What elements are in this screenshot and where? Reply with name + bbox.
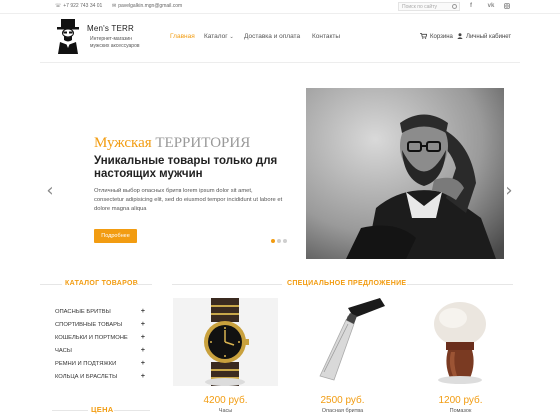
catalog-title-line-right (136, 284, 152, 285)
watch-icon[interactable] (173, 298, 278, 386)
nav-contacts[interactable]: Контакты (312, 33, 340, 40)
email-text: pavelgalkin.mgn@gmail.com (118, 3, 183, 9)
price-title-line-left (52, 410, 88, 411)
chevron-down-icon: ⌄ (229, 34, 234, 40)
nav-delivery[interactable]: Доставка и оплата (244, 33, 300, 40)
account-link[interactable]: Личный кабинет (457, 33, 511, 41)
plus-icon[interactable]: + (141, 360, 145, 367)
nav-catalog[interactable]: Каталог ⌄ (204, 33, 234, 40)
mail-icon: ✉ (112, 3, 117, 9)
product-price: 2500 руб. (320, 395, 365, 406)
search-placeholder: Поиск по сайту (402, 4, 438, 10)
slide-headline: Уникальные товары только для настоящих м… (94, 155, 278, 180)
plus-icon[interactable]: + (141, 373, 145, 380)
search-input[interactable]: Поиск по сайту (398, 2, 460, 11)
product-name[interactable]: Опасная бритва (290, 408, 395, 414)
catalog-item[interactable]: КОЛЬЦА И БРАСЛЕТЫ + (55, 370, 145, 383)
logo-icon[interactable] (55, 18, 81, 54)
special-title-line-left (172, 284, 282, 285)
catalog-item-label: КОЛЬЦА И БРАСЛЕТЫ (55, 373, 118, 380)
catalog-item-label: КОШЕЛЬКИ И ПОРТМОНЕ (55, 334, 128, 341)
catalog-item[interactable]: КОШЕЛЬКИ И ПОРТМОНЕ + (55, 331, 145, 344)
slider-next-arrow-icon[interactable]: › (504, 182, 514, 200)
plus-icon[interactable]: + (141, 347, 145, 354)
slide-text: Отличный выбор опасных бритв lorem ipsum… (94, 188, 283, 212)
product-card[interactable]: 2500 руб. Опасная бритва (290, 298, 395, 420)
logo-tagline-2: мужских аксессуаров (90, 43, 140, 49)
catalog-item-label: РЕМНИ И ПОДТЯЖКИ (55, 360, 117, 367)
plus-icon[interactable]: + (141, 334, 145, 341)
cart-label: Корзина (430, 34, 453, 40)
product-price: 1200 руб. (438, 395, 483, 406)
instagram-icon[interactable] (498, 2, 516, 11)
special-title-line-right (407, 284, 513, 285)
price-title-line-right (114, 410, 150, 411)
slide-brand-word-1: Мужская (94, 135, 152, 151)
phone-contact[interactable]: ☏ +7 922 743 34 01 (55, 3, 102, 9)
product-card[interactable]: 1200 руб. Помазок (408, 298, 513, 420)
razor-icon[interactable] (290, 298, 395, 386)
plus-icon[interactable]: + (141, 308, 145, 315)
facebook-icon[interactable]: f (462, 2, 480, 11)
cart-link[interactable]: Корзина (420, 33, 453, 41)
catalog-item-label: ЧАСЫ (55, 347, 72, 354)
hero-photo (306, 88, 504, 259)
product-name[interactable]: Помазок (408, 408, 513, 414)
slide-brand: Мужская ТЕРРИТОРИЯ (94, 135, 250, 152)
logo-tagline-1: Интернет-магазин (90, 36, 132, 42)
catalog-item[interactable]: РЕМНИ И ПОДТЯЖКИ + (55, 357, 145, 370)
price-title: ЦЕНА (91, 405, 114, 414)
header-divider (40, 62, 520, 63)
catalog-title-line-left (40, 284, 62, 285)
catalog-item[interactable]: СПОРТИВНЫЕ ТОВАРЫ + (55, 318, 145, 331)
catalog-item[interactable]: ОПАСНЫЕ БРИТВЫ + (55, 305, 145, 318)
account-label: Личный кабинет (466, 34, 512, 40)
slider-dot-3[interactable] (283, 239, 287, 243)
product-price: 4200 руб. (203, 395, 248, 406)
catalog-item-label: СПОРТИВНЫЕ ТОВАРЫ (55, 321, 123, 328)
plus-icon[interactable]: + (141, 321, 145, 328)
catalog-item-label: ОПАСНЫЕ БРИТВЫ (55, 308, 111, 315)
email-contact[interactable]: ✉ pavelgalkin.mgn@gmail.com (112, 3, 182, 9)
product-card[interactable]: 4200 руб. Часы (173, 298, 278, 420)
catalog-title: КАТАЛОГ ТОВАРОВ (65, 280, 139, 287)
special-title: СПЕЦИАЛЬНОЕ ПРЕДЛОЖЕНИЕ (287, 280, 407, 287)
nav-home[interactable]: Главная (170, 33, 195, 40)
user-icon (457, 33, 463, 41)
product-name[interactable]: Часы (173, 408, 278, 414)
phone-text: +7 922 743 34 01 (63, 3, 103, 9)
slider-dots (271, 239, 287, 243)
shaving-brush-icon[interactable] (408, 298, 513, 386)
cart-icon (420, 33, 428, 41)
more-button[interactable]: Подробнее (94, 229, 137, 243)
search-icon[interactable] (452, 4, 457, 9)
slide-brand-word-2: ТЕРРИТОРИЯ (155, 135, 251, 151)
slider-dot-2[interactable] (277, 239, 281, 243)
catalog-item[interactable]: ЧАСЫ + (55, 344, 145, 357)
slider-dot-1[interactable] (271, 239, 275, 243)
phone-icon: ☏ (55, 3, 62, 9)
logo-name[interactable]: Men's TERR (87, 24, 134, 33)
slider-prev-arrow-icon[interactable]: ‹ (45, 182, 55, 200)
nav-catalog-label: Каталог (204, 33, 228, 40)
